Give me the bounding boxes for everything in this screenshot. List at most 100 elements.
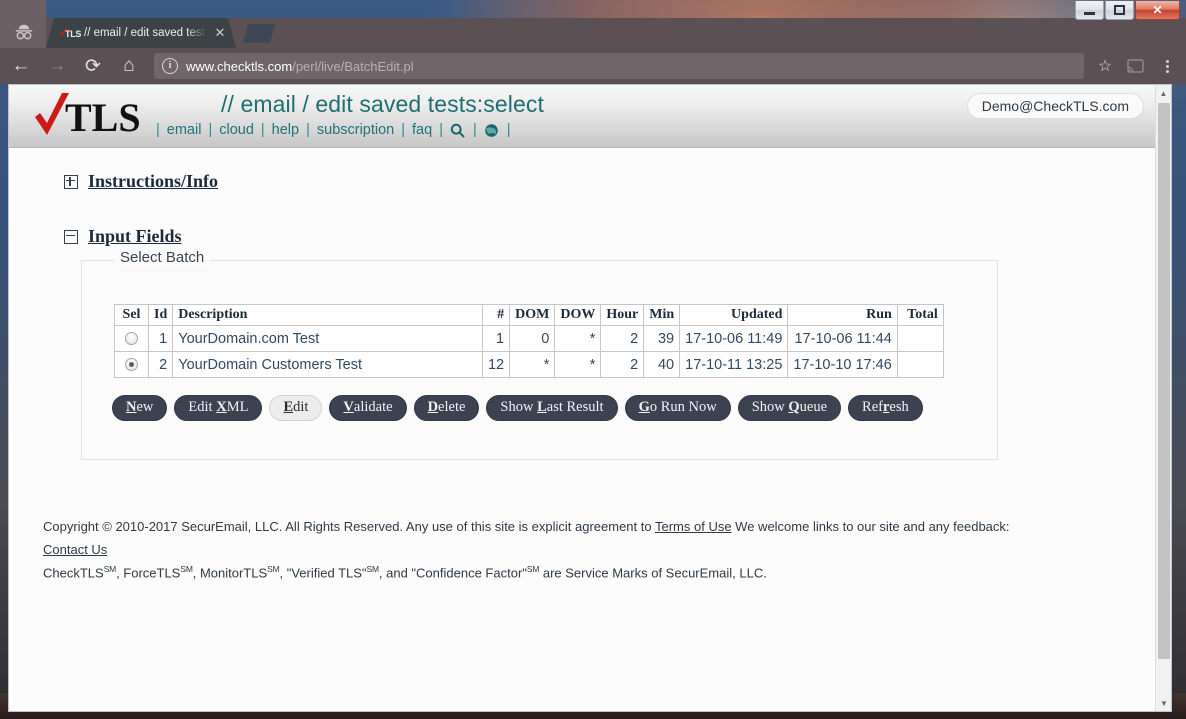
- contact-us-link[interactable]: Contact Us: [43, 542, 107, 557]
- sm-verified-tls: , "Verified TLS": [279, 564, 367, 580]
- row-radio-cell[interactable]: [114, 351, 149, 378]
- show-queue-button[interactable]: Show Queue: [737, 395, 842, 421]
- new-tab-button[interactable]: [243, 24, 275, 43]
- menu-dot: [1165, 59, 1169, 63]
- col-header-sel: Sel: [114, 304, 149, 326]
- nav-separator: |: [208, 122, 213, 138]
- nav-separator: |: [401, 122, 406, 138]
- sm-mark: SM: [180, 563, 193, 574]
- footer-feedback-text: We welcome links to our site and any fee…: [731, 519, 1010, 534]
- cast-icon[interactable]: [1122, 53, 1148, 79]
- collapse-minus-icon[interactable]: [64, 229, 78, 244]
- browser-window: ✓ TLS // email / edit saved tests ✕ ✕ ← …: [0, 0, 1186, 719]
- page-content: TLS // email / edit saved tests:select |…: [9, 85, 1156, 711]
- select-radio[interactable]: [125, 332, 138, 346]
- globe-icon[interactable]: [484, 122, 500, 138]
- go-run-now-button[interactable]: Go Run Now: [624, 395, 731, 421]
- scrollbar-thumb[interactable]: [1158, 103, 1170, 659]
- cell-updated: 17-10-11 13:25: [679, 351, 789, 378]
- incognito-indicator: [0, 0, 46, 48]
- tab-favicon-checktls-icon: ✓ TLS: [59, 25, 82, 40]
- nav-separator: |: [472, 122, 477, 138]
- select-radio-checked[interactable]: [125, 358, 138, 372]
- nav-separator: |: [439, 122, 443, 138]
- footer-line-contact: Contact Us: [43, 539, 1133, 562]
- show-last-result-button[interactable]: Show Last Result: [486, 395, 618, 421]
- cell-count: 12: [481, 351, 511, 378]
- scroll-up-arrow[interactable]: ▲: [1156, 85, 1171, 101]
- three-dot-menu-icon[interactable]: [1154, 51, 1180, 81]
- back-button[interactable]: ←: [6, 51, 36, 81]
- table-row[interactable]: 2 YourDomain Customers Test 12 * * 2 40 …: [114, 351, 944, 378]
- cell-dom: *: [509, 351, 556, 378]
- cell-hour: 2: [600, 351, 645, 378]
- sm-mark: SM: [267, 563, 280, 574]
- nav-item-faq[interactable]: faq: [412, 122, 432, 138]
- section-input-fields[interactable]: Input Fields: [64, 226, 1156, 247]
- tab-title: // email / edit saved tests: [84, 27, 206, 39]
- browser-tab-content[interactable]: ✓ TLS // email / edit saved tests ✕: [46, 18, 236, 48]
- menu-dot: [1165, 69, 1169, 73]
- page-info-icon[interactable]: i: [162, 58, 178, 74]
- table-header-row: Sel Id Description # DOM DOW Hour Min Up…: [114, 304, 944, 326]
- cell-description: YourDomain.com Test: [172, 325, 483, 352]
- panel-legend: Select Batch: [114, 249, 211, 266]
- footer-line-servicemarks: CheckTLSSM, ForceTLSSM, MonitorTLSSM, "V…: [43, 562, 1133, 585]
- favicon-tls-text: TLS: [65, 29, 82, 39]
- tab-strip: ✓ TLS // email / edit saved tests ✕: [0, 0, 1186, 48]
- scroll-down-arrow[interactable]: ▼: [1156, 695, 1171, 711]
- tab-close-icon[interactable]: ✕: [212, 25, 228, 41]
- col-header-run: Run: [787, 304, 898, 326]
- maximize-button[interactable]: [1105, 1, 1134, 20]
- page-scrollbar[interactable]: ▲ ▼: [1155, 85, 1171, 711]
- site-header: TLS // email / edit saved tests:select |…: [9, 85, 1156, 148]
- sm-mark: SM: [366, 563, 380, 574]
- url-path: /perl/live/BatchEdit.pl: [292, 58, 414, 74]
- bookmark-star-icon[interactable]: ☆: [1092, 53, 1118, 79]
- site-nav: | email | cloud | help | subscription | …: [149, 122, 518, 138]
- delete-button[interactable]: Delete: [413, 395, 480, 421]
- address-bar-url: www.checktls.com/perl/live/BatchEdit.pl: [186, 59, 414, 74]
- new-button[interactable]: New: [112, 395, 168, 421]
- page-footer: Copyright © 2010-2017 SecurEmail, LLC. A…: [43, 516, 1133, 585]
- address-bar[interactable]: i www.checktls.com/perl/live/BatchEdit.p…: [154, 53, 1084, 79]
- nav-separator: |: [306, 122, 310, 138]
- sm-mark: SM: [526, 563, 540, 574]
- home-button[interactable]: ⌂: [114, 51, 144, 81]
- account-label[interactable]: Demo@CheckTLS.com: [966, 93, 1144, 119]
- footer-copyright-text: Copyright © 2010-2017 SecurEmail, LLC. A…: [43, 519, 655, 534]
- validate-button[interactable]: Validate: [329, 395, 407, 421]
- checktls-logo[interactable]: TLS: [31, 91, 151, 140]
- nav-item-cloud[interactable]: cloud: [219, 122, 254, 138]
- cell-updated: 17-10-06 11:49: [679, 325, 789, 352]
- section-instructions-label[interactable]: Instructions/Info: [88, 171, 218, 192]
- cell-count: 1: [481, 325, 511, 352]
- window-controls: ✕: [1074, 1, 1180, 20]
- search-icon[interactable]: [450, 122, 466, 138]
- sm-forcetls: , ForceTLS: [116, 564, 181, 580]
- edit-xml-button[interactable]: Edit XML: [174, 395, 263, 421]
- close-window-button[interactable]: ✕: [1135, 1, 1180, 20]
- minimize-button[interactable]: [1075, 1, 1104, 20]
- nav-item-help[interactable]: help: [272, 122, 299, 138]
- section-instructions-info[interactable]: Instructions/Info: [64, 171, 1156, 192]
- terms-of-use-link[interactable]: Terms of Use: [655, 519, 732, 534]
- reload-button[interactable]: ⟳: [78, 51, 108, 81]
- row-radio-cell[interactable]: [114, 325, 149, 352]
- edit-button[interactable]: Edit: [269, 395, 323, 421]
- url-host: www.checktls.com: [186, 58, 293, 74]
- table-body: 1 YourDomain.com Test 1 0 * 2 39 17-10-0…: [114, 325, 944, 378]
- sm-tail: are Service Marks of SecurEmail, LLC.: [539, 564, 767, 580]
- incognito-icon: [15, 24, 33, 40]
- cell-hour: 2: [600, 325, 645, 352]
- section-input-fields-label[interactable]: Input Fields: [88, 226, 182, 247]
- table-header: Sel Id Description # DOM DOW Hour Min Up…: [114, 304, 944, 326]
- nav-separator: |: [506, 122, 511, 138]
- table-row[interactable]: 1 YourDomain.com Test 1 0 * 2 39 17-10-0…: [114, 325, 944, 352]
- expand-plus-icon[interactable]: [64, 174, 78, 189]
- nav-item-email[interactable]: email: [167, 122, 202, 138]
- nav-item-subscription[interactable]: subscription: [317, 122, 394, 138]
- sm-confidence-factor: , and "Confidence Factor": [378, 564, 527, 580]
- forward-button[interactable]: →: [42, 51, 72, 81]
- refresh-button[interactable]: Refresh: [848, 395, 923, 421]
